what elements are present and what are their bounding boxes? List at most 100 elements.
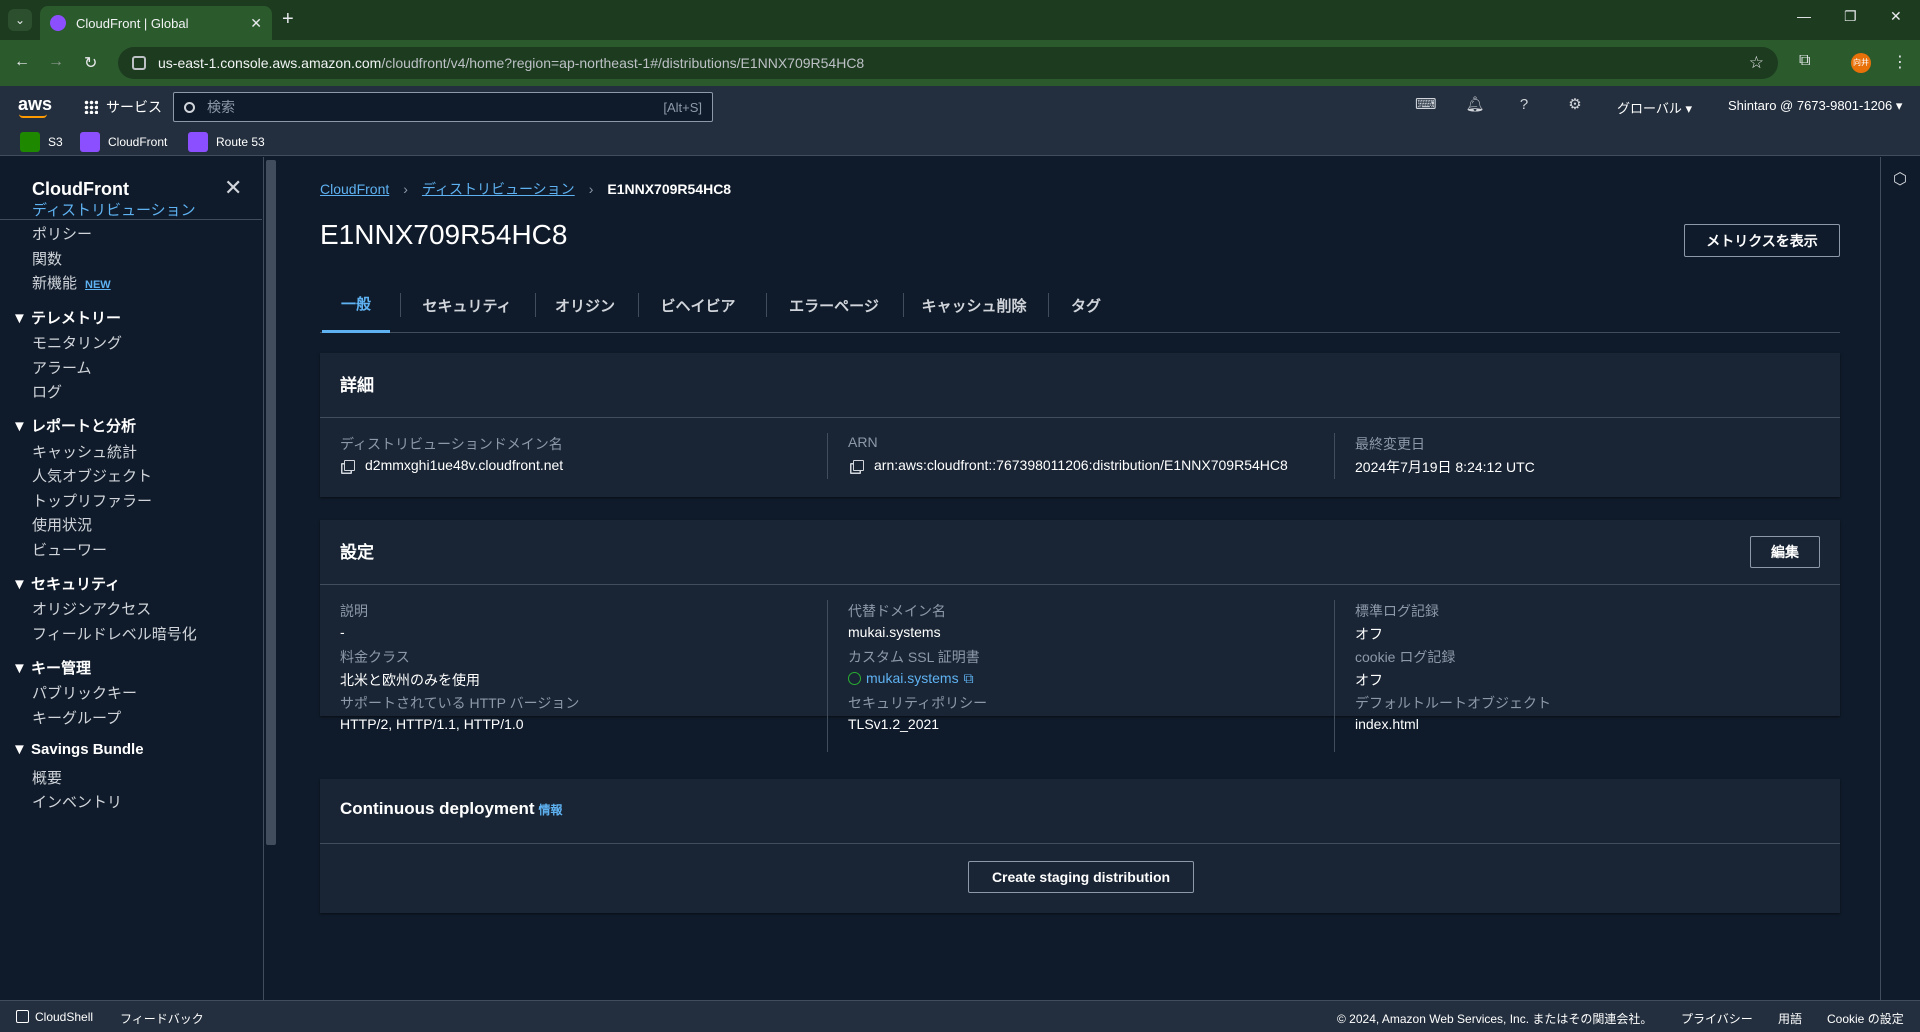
browser-tab[interactable]: CloudFront | Global ✕ — [40, 6, 272, 40]
cookie-settings-link[interactable]: Cookie の設定 — [1827, 1010, 1904, 1027]
cloudshell-button[interactable]: CloudShell — [16, 1010, 93, 1024]
feedback-link[interactable]: フィードバック — [120, 1010, 204, 1027]
sidebar-item[interactable]: ポリシー — [32, 223, 92, 244]
bookmark-star-icon[interactable]: ☆ — [1749, 53, 1764, 73]
favorite-s3[interactable]: S3 — [20, 132, 63, 152]
standard-logging-label: 標準ログ記録 — [1355, 603, 1439, 619]
details-heading: 詳細 — [340, 376, 374, 395]
favorite-route53[interactable]: Route 53 — [188, 132, 265, 152]
favorite-cloudfront[interactable]: CloudFront — [80, 132, 167, 152]
extensions-puzzle-icon[interactable]: ⧉ — [1799, 52, 1810, 70]
aws-smile-mark — [19, 114, 47, 118]
back-arrow-icon[interactable]: ← — [14, 53, 30, 71]
sidebar-item[interactable]: ログ — [32, 381, 62, 402]
ssl-certificate-link[interactable]: mukai.systems — [866, 670, 959, 686]
last-modified-value: 2024年7月19日 8:24:12 UTC — [1355, 459, 1535, 475]
continuous-deployment-panel: Continuous deployment 情報 Create staging d… — [320, 779, 1840, 913]
sidebar-section-header[interactable]: ▼ テレメトリー — [12, 307, 121, 328]
profile-avatar[interactable]: 向井 — [1851, 53, 1871, 73]
column-divider — [1334, 433, 1335, 479]
sidebar-item[interactable]: ビューワー — [32, 539, 107, 560]
sidebar-item-label: ▼ キー管理 — [12, 660, 92, 677]
search-placeholder: 検索 — [207, 99, 235, 115]
sidebar-item[interactable]: キャッシュ統計 — [32, 441, 137, 462]
url-field[interactable]: us-east-1.console.aws.amazon.com/cloudfr… — [118, 47, 1778, 79]
help-icon[interactable]: ? — [1514, 95, 1534, 115]
sidebar-scroll-thumb[interactable] — [266, 160, 276, 845]
browser-menu-icon[interactable]: ⋮ — [1892, 52, 1908, 72]
edit-button[interactable]: 編集 — [1750, 536, 1820, 568]
aws-logo[interactable]: aws — [18, 94, 52, 115]
sidebar-item[interactable]: 人気オブジェクト — [32, 465, 152, 486]
sidebar-item-label: ディストリビューション — [32, 202, 196, 219]
reload-icon[interactable]: ↻ — [84, 53, 97, 73]
sidebar-section-header[interactable]: ▼ レポートと分析 — [12, 415, 136, 436]
sidebar-item[interactable]: キーグループ — [32, 707, 121, 728]
notifications-bell-icon[interactable]: 🔔︎ — [1465, 95, 1485, 115]
cloudfront-favicon-icon — [50, 15, 66, 31]
sidebar-item[interactable]: フィールドレベル暗号化 — [32, 623, 197, 644]
terms-link[interactable]: 用語 — [1778, 1010, 1802, 1027]
sidebar-item[interactable]: アラーム — [32, 357, 92, 378]
tab-origins[interactable]: オリジン — [545, 277, 625, 333]
close-icon[interactable]: ✕ — [224, 175, 242, 201]
cloudshell-icon[interactable]: ⌨ — [1415, 95, 1437, 115]
sidebar-section-header[interactable]: ▼ Savings Bundle — [12, 741, 144, 758]
forward-arrow-icon[interactable]: → — [48, 53, 64, 71]
tab-tags[interactable]: タグ — [1058, 277, 1114, 333]
region-selector[interactable]: グローバル ▾ — [1617, 98, 1692, 117]
tab-behaviors[interactable]: ビヘイビア — [648, 277, 748, 333]
restore-icon[interactable]: ❐ — [1844, 8, 1857, 25]
favorites-bar: S3 CloudFront Route 53 — [0, 126, 1920, 156]
tab-search-chevron-icon[interactable]: ⌄ — [8, 9, 32, 31]
sidebar-item[interactable]: パブリックキー — [32, 682, 137, 703]
tab-divider — [903, 293, 904, 317]
panel-divider — [320, 843, 1840, 844]
tab-general[interactable]: 一般 — [322, 277, 390, 333]
view-metrics-button[interactable]: メトリクスを表示 — [1684, 224, 1840, 257]
account-menu[interactable]: Shintaro @ 7673-9801-1206 ▾ — [1728, 98, 1902, 114]
close-tab-icon[interactable]: ✕ — [250, 15, 262, 32]
external-link-icon[interactable]: ⧉ — [964, 670, 974, 686]
minimize-icon[interactable]: — — [1797, 8, 1811, 24]
privacy-link[interactable]: プライバシー — [1681, 1010, 1753, 1027]
sidebar-item[interactable]: モニタリング — [32, 332, 122, 353]
tab-security[interactable]: セキュリティ — [410, 277, 524, 333]
utility-panel-icon[interactable]: ⬡ — [1893, 169, 1907, 189]
sidebar-section-header[interactable]: ▼ セキュリティ — [12, 573, 120, 594]
domain-name-text: d2mmxghi1ue48v.cloudfront.net — [365, 457, 564, 473]
url-domain: us-east-1.console.aws.amazon.com — [158, 55, 382, 71]
sidebar-item-label: モニタリング — [32, 335, 123, 352]
sidebar-item-label: ログ — [32, 384, 63, 401]
services-menu-button[interactable]: サービス — [84, 97, 162, 117]
sidebar-section-header[interactable]: ▼ キー管理 — [12, 657, 91, 678]
sidebar-item[interactable]: 関数 — [32, 248, 62, 269]
sidebar-item[interactable]: トップリファラー — [32, 490, 152, 511]
sidebar-item[interactable]: 概要 — [32, 767, 62, 788]
new-tab-plus-icon[interactable]: + — [282, 8, 294, 31]
site-info-icon[interactable] — [132, 56, 146, 70]
sidebar-item[interactable]: ディストリビューション — [32, 199, 196, 220]
services-label: サービス — [106, 99, 162, 115]
sidebar-item-label: アラーム — [32, 360, 92, 377]
window-close-icon[interactable]: ✕ — [1890, 8, 1902, 25]
default-root-value: index.html — [1355, 716, 1419, 732]
sidebar-item[interactable]: 使用状況 — [32, 514, 92, 535]
tab-error-pages[interactable]: エラーページ — [776, 277, 892, 333]
settings-gear-icon[interactable]: ⚙ — [1565, 95, 1585, 115]
sidebar-item[interactable]: オリジンアクセス — [32, 598, 151, 619]
copy-icon[interactable] — [344, 460, 355, 471]
sidebar-item-label: ポリシー — [32, 226, 93, 243]
copy-icon[interactable] — [853, 460, 864, 471]
create-staging-distribution-button[interactable]: Create staging distribution — [968, 861, 1194, 893]
tab-invalidations[interactable]: キャッシュ削除 — [913, 277, 1035, 333]
sidebar-item[interactable]: インベントリ — [32, 791, 122, 812]
copyright-text: © 2024, Amazon Web Services, Inc. またはその関… — [1337, 1012, 1653, 1026]
breadcrumb-distributions[interactable]: ディストリビューション — [422, 179, 575, 199]
arn-label: ARN — [848, 434, 878, 450]
search-input[interactable]: 検索 [Alt+S] — [173, 92, 713, 122]
breadcrumb-cloudfront[interactable]: CloudFront — [320, 181, 389, 197]
sidebar-item[interactable]: 新機能 NEW — [32, 272, 111, 293]
info-link[interactable]: 情報 — [539, 803, 563, 817]
tab-divider — [400, 293, 401, 317]
